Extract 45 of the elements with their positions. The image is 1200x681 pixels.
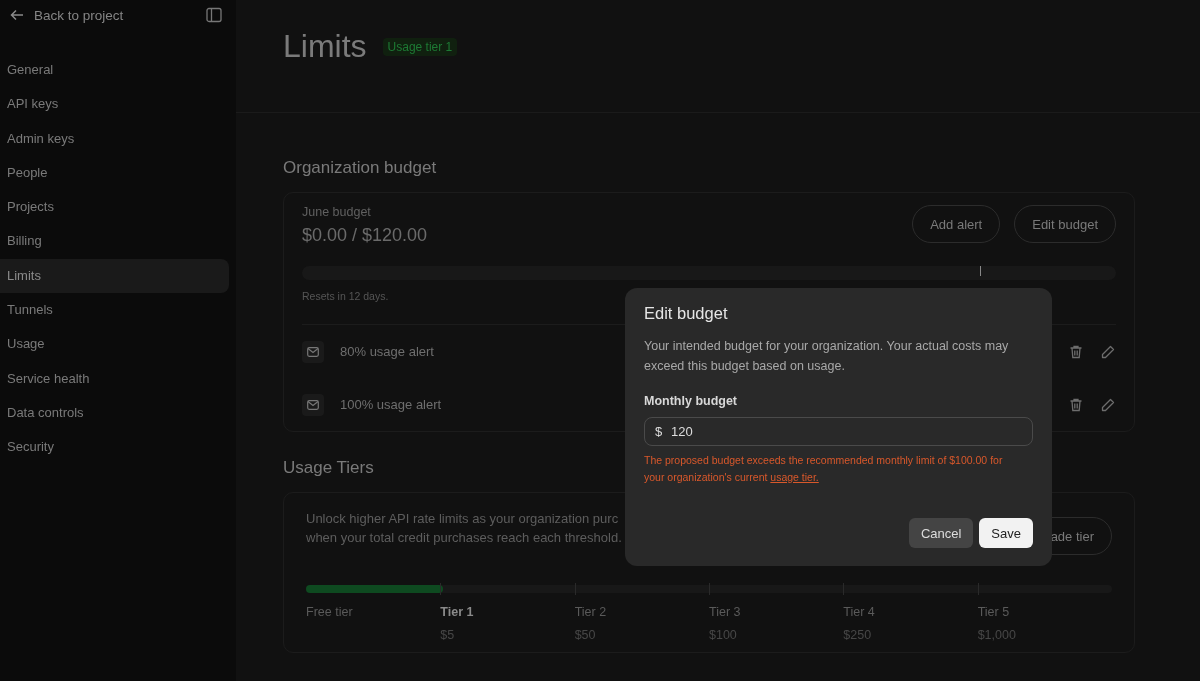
sidebar-toggle-icon[interactable] xyxy=(206,7,222,23)
sidebar-item[interactable]: Security xyxy=(0,430,229,465)
budget-label: June budget xyxy=(302,205,372,219)
tier-badge: Usage tier 1 xyxy=(382,38,458,56)
sidebar-item[interactable]: Tunnels xyxy=(0,293,229,328)
sidebar-item[interactable]: General xyxy=(0,53,229,88)
tier-name: Tier 3 xyxy=(709,605,742,619)
field-label: Monthly budget xyxy=(644,394,739,408)
sidebar-item[interactable]: API keys xyxy=(0,87,229,122)
sidebar-item[interactable]: Limits xyxy=(0,258,229,294)
dialog-title: Edit budget xyxy=(644,304,729,323)
currency-symbol: $ xyxy=(655,424,663,439)
tiers-description: when your total credit purchases reach each threshold. xyxy=(306,530,622,545)
tier-name: Tier 2 xyxy=(574,605,608,619)
sidebar-item[interactable]: Usage xyxy=(0,327,229,362)
sidebar-item[interactable]: Data controls xyxy=(0,395,229,431)
tier-name: Tier 5 xyxy=(977,605,1011,619)
delete-icon[interactable] xyxy=(1068,396,1084,413)
budget-amount: $0.00 / $120.00 xyxy=(302,225,428,246)
delete-icon[interactable] xyxy=(1068,343,1084,360)
alert-label: 100% usage alert xyxy=(340,397,442,412)
edit-icon[interactable] xyxy=(1100,396,1116,413)
mail-icon xyxy=(302,393,324,416)
sidebar-item[interactable]: Service health xyxy=(0,361,229,396)
dialog-description: Your intended budget for your organization. Your actual costs may exceed this budget based on usage. xyxy=(644,338,1010,375)
tier-name: Tier 1 xyxy=(440,605,475,619)
page-title: Limits xyxy=(283,27,367,65)
tier-name: Free tier xyxy=(306,605,354,619)
edit-icon[interactable] xyxy=(1100,343,1116,360)
usage-tier-link[interactable]: usage tier. xyxy=(770,471,819,483)
sidebar-item[interactable]: Projects xyxy=(0,190,229,225)
section-title: Organization budget xyxy=(283,158,437,178)
tier-name: Tier 4 xyxy=(843,605,876,619)
sidebar-item[interactable]: Billing xyxy=(0,224,229,259)
tiers-description: Unlock higher API rate limits as your organization purc xyxy=(306,511,620,526)
back-arrow-icon xyxy=(10,8,24,22)
error-message: The proposed budget exceeds the recommended monthly limit of $100.00 for your organization's current usage tier. xyxy=(644,453,1004,485)
dialog-button[interactable]: Save xyxy=(979,518,1033,548)
dialog-button[interactable]: Cancel xyxy=(908,518,974,548)
sidebar-item[interactable]: Admin keys xyxy=(0,121,229,156)
sidebar-item[interactable]: People xyxy=(0,155,229,191)
back-link[interactable]: Back to project xyxy=(10,7,124,23)
section-title: Usage Tiers xyxy=(283,458,374,478)
alert-label: 80% usage alert xyxy=(340,344,434,359)
mail-icon xyxy=(302,340,324,363)
